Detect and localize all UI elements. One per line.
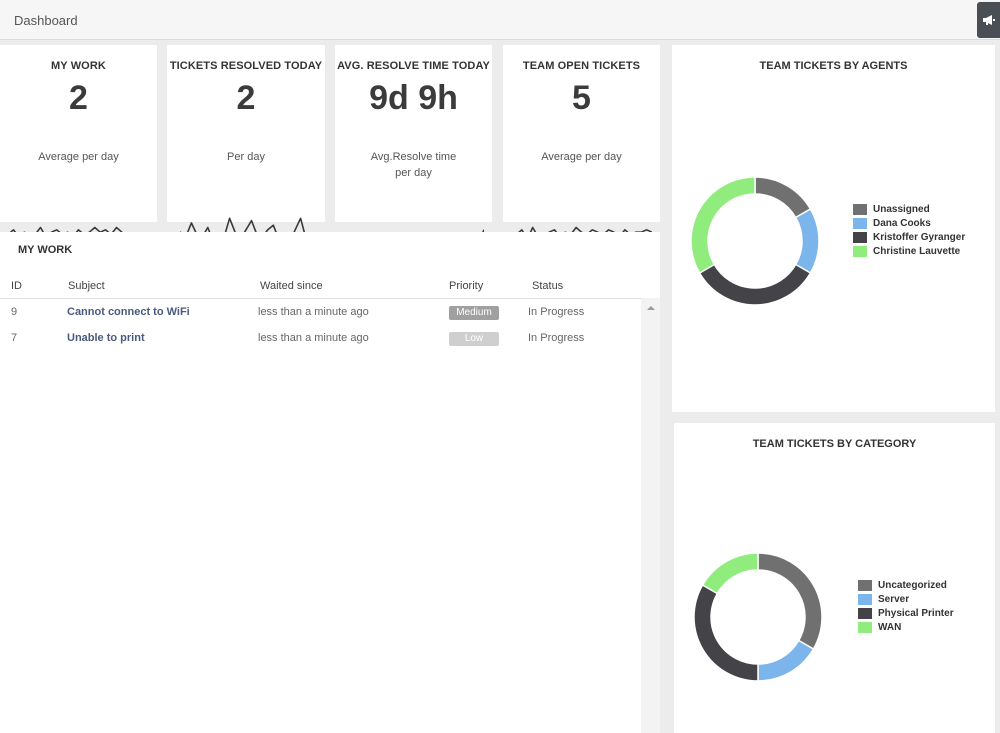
kpi-value: 2: [236, 79, 256, 117]
kpi-title: MY WORK: [51, 60, 106, 72]
kpi-subtitle: Avg.Resolve time per day: [370, 151, 457, 179]
donut-slice-unassigned[interactable]: [754, 176, 812, 219]
kpi-subtitle: Average per day: [38, 151, 119, 163]
donut-slice-christine-lauvette[interactable]: [690, 176, 756, 275]
my-work-title: MY WORK: [18, 244, 73, 256]
legend-swatch: [858, 608, 872, 619]
kpi-value: 9d 9h: [369, 79, 458, 117]
kpi-card-my-work[interactable]: MY WORK 2 Average per day: [0, 45, 157, 243]
legend-label: Physical Printer: [878, 608, 954, 619]
ticket-status: In Progress: [528, 332, 585, 344]
donut-slice-uncategorized[interactable]: [757, 552, 823, 651]
kpi-value: 5: [572, 79, 591, 117]
legend-label: Dana Cooks: [873, 218, 931, 229]
column-header-subject[interactable]: Subject: [68, 280, 105, 292]
ticket-waited-since: less than a minute ago: [258, 332, 369, 344]
legend-label: Christine Lauvette: [873, 246, 961, 257]
table-scrollbar[interactable]: [641, 298, 660, 733]
priority-badge: Medium: [449, 306, 499, 320]
agents-chart-title: TEAM TICKETS BY AGENTS: [759, 60, 908, 72]
legend-swatch: [853, 218, 867, 229]
column-header-waited-since[interactable]: Waited since: [260, 280, 323, 292]
ticket-subject-link[interactable]: Cannot connect to WiFi: [67, 306, 190, 318]
category-chart-panel: TEAM TICKETS BY CATEGORY Uncategorized S…: [674, 423, 995, 733]
donut-slice-server[interactable]: [757, 639, 815, 682]
kpi-title: TEAM OPEN TICKETS: [522, 60, 641, 72]
legend-swatch: [858, 622, 872, 633]
kpi-card-tickets-resolved[interactable]: TICKETS RESOLVED TODAY 2 Per day: [167, 45, 325, 243]
category-donut-chart: [693, 552, 823, 682]
legend-label: Unassigned: [873, 204, 930, 215]
ticket-id: 9: [11, 306, 18, 318]
scroll-up-arrow-icon[interactable]: [647, 306, 655, 310]
legend-swatch: [858, 594, 872, 605]
donut-slice-kristoffer-gyranger[interactable]: [698, 263, 812, 306]
kpi-subtitle: Average per day: [541, 151, 622, 163]
kpi-subtitle: Per day: [227, 151, 265, 163]
kpi-card-avg-resolve-time[interactable]: AVG. RESOLVE TIME TODAY 9d 9h Avg.Resolv…: [335, 45, 492, 243]
top-bar: Dashboard: [0, 0, 1000, 40]
category-chart-title: TEAM TICKETS BY CATEGORY: [752, 438, 917, 450]
agents-donut-chart: [690, 176, 820, 306]
legend-label: Uncategorized: [878, 580, 947, 591]
column-header-status[interactable]: Status: [532, 280, 563, 292]
legend-swatch: [853, 204, 867, 215]
legend-label: Server: [878, 594, 910, 605]
donut-slice-wan[interactable]: [701, 552, 759, 595]
kpi-title: AVG. RESOLVE TIME TODAY: [337, 60, 490, 72]
legend-swatch: [853, 232, 867, 243]
agents-chart-panel: TEAM TICKETS BY AGENTS Unassigned Dana C…: [672, 45, 995, 412]
legend-swatch: [858, 580, 872, 591]
kpi-title: TICKETS RESOLVED TODAY: [169, 60, 323, 72]
table-header-divider: [0, 298, 660, 299]
kpi-card-team-open-tickets[interactable]: TEAM OPEN TICKETS 5 Average per day: [503, 45, 660, 240]
ticket-status: In Progress: [528, 306, 585, 318]
ticket-id: 7: [11, 332, 18, 344]
priority-badge: Low: [449, 332, 499, 346]
column-header-priority[interactable]: Priority: [449, 280, 483, 292]
column-header-id[interactable]: ID: [11, 280, 22, 292]
ticket-waited-since: less than a minute ago: [258, 306, 369, 318]
kpi-value: 2: [69, 79, 88, 117]
donut-slice-dana-cooks[interactable]: [794, 207, 820, 275]
ticket-subject-link[interactable]: Unable to print: [67, 332, 145, 344]
megaphone-icon: [982, 15, 995, 25]
page-title: Dashboard: [14, 13, 78, 28]
legend-label: Kristoffer Gyranger: [873, 232, 966, 243]
my-work-panel: MY WORK ID Subject Waited since Priority…: [0, 232, 660, 733]
legend-swatch: [853, 246, 867, 257]
donut-slice-physical-printer[interactable]: [693, 583, 759, 682]
announcements-button[interactable]: [977, 2, 1000, 38]
legend-label: WAN: [878, 622, 902, 633]
